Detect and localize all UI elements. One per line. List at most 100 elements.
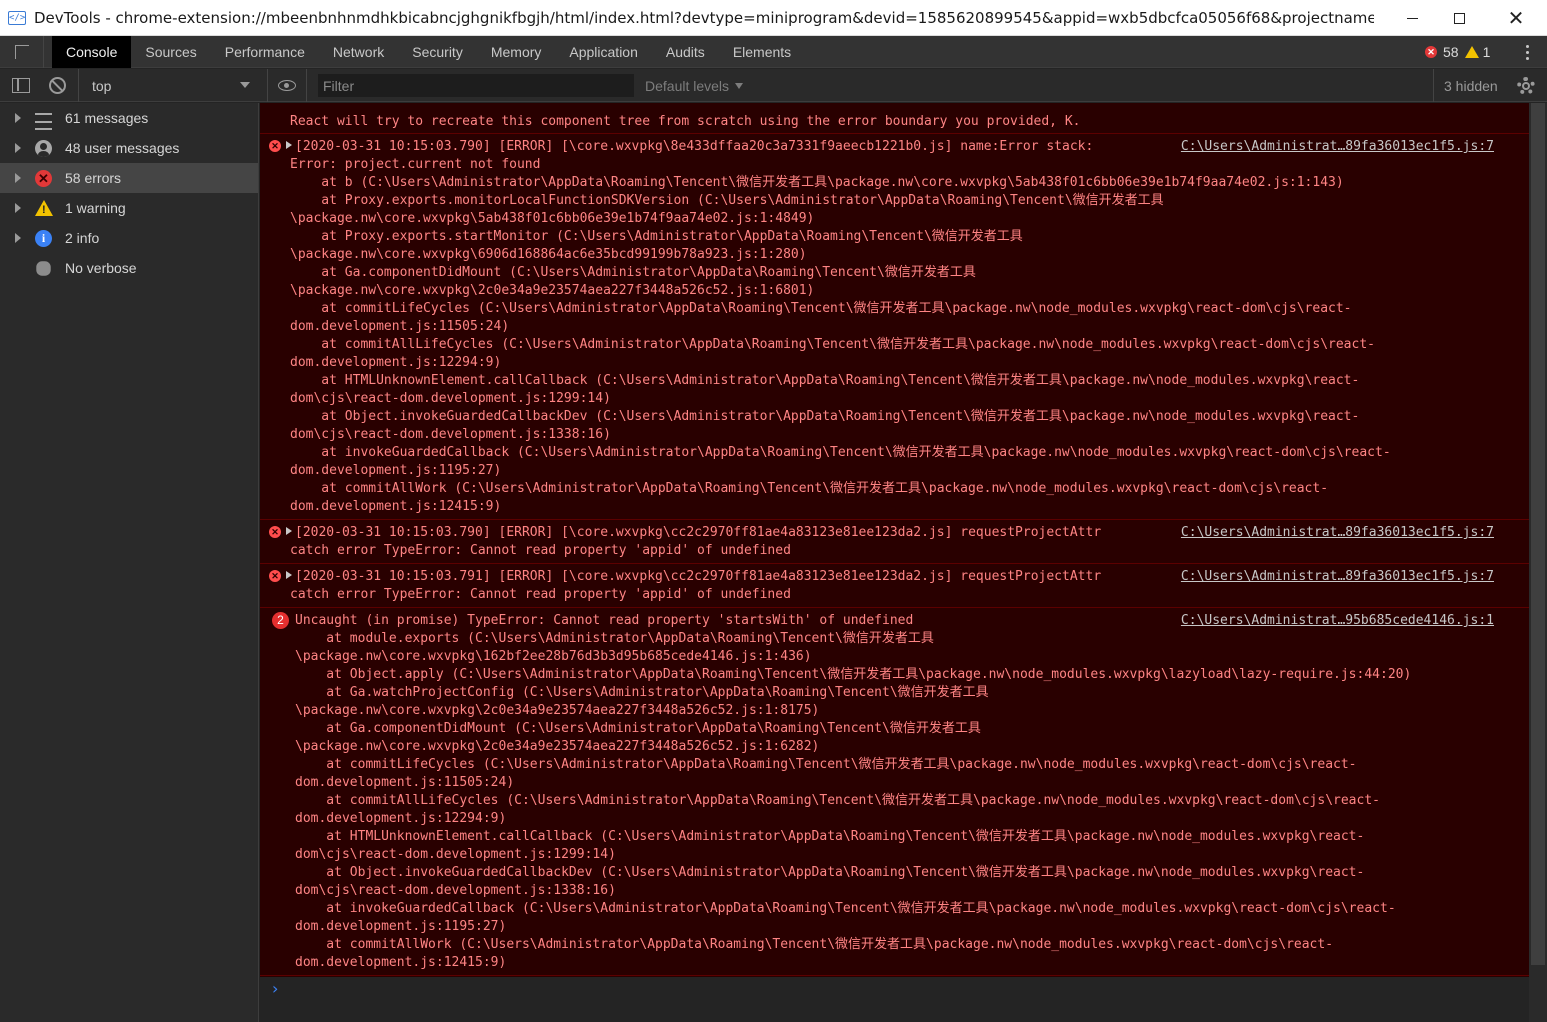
expand-arrow-icon[interactable] xyxy=(15,173,21,183)
devtools-app-icon: </> xyxy=(8,10,26,25)
stack-line: dom.development.js:12294:9) xyxy=(295,810,1509,828)
line-text: at Ga.watchProjectConfig (C:\Users\Admin… xyxy=(295,685,989,700)
line-text: dom\cjs\react-dom.development.js:1299:14… xyxy=(290,391,611,406)
sidebar-item-messages[interactable]: 61 messages xyxy=(0,103,258,133)
console-message[interactable]: React will try to recreate this componen… xyxy=(260,113,1529,134)
error-message[interactable]: ✕ C:\Users\Administrat…89fa36013ec1f5.js:… xyxy=(260,564,1529,608)
tab-security[interactable]: Security xyxy=(398,36,477,68)
tab-console[interactable]: Console xyxy=(52,35,132,68)
line-text: at commitLifeCycles (C:\Users\Administra… xyxy=(290,301,1352,316)
line-text: [2020-03-31 10:15:03.790] [ERROR] [\core… xyxy=(295,139,1094,154)
error-icon: ✕ xyxy=(269,526,281,538)
stack-line: at commitAllWork (C:\Users\Administrator… xyxy=(290,480,1509,498)
line-text: dom.development.js:11505:24) xyxy=(290,319,510,334)
line-text: Error: project.current not found xyxy=(290,157,541,172)
error-message[interactable]: ✕ C:\Users\Administrat…89fa36013ec1f5.js:… xyxy=(260,134,1529,520)
stack-line: dom.development.js:12415:9) xyxy=(290,498,1509,516)
gear-icon[interactable] xyxy=(1517,77,1535,95)
context-selector[interactable]: top xyxy=(78,69,258,102)
clear-console-icon[interactable] xyxy=(49,77,66,94)
issue-counters[interactable]: ✕ 58 1 xyxy=(1425,36,1490,68)
stack-line: \package.nw\core.wxvpkg\2c0e34a9e23574ae… xyxy=(295,738,1509,756)
log-levels-dropdown[interactable]: Default levels xyxy=(645,69,744,102)
line-text: at invokeGuardedCallback (C:\Users\Admin… xyxy=(295,901,1396,916)
line-text: \package.nw\core.wxvpkg\2c0e34a9e23574ae… xyxy=(295,739,820,754)
line-text: dom\cjs\react-dom.development.js:1338:16… xyxy=(295,883,616,898)
tab-application[interactable]: Application xyxy=(555,36,652,68)
line-text: at Object.invokeGuardedCallbackDev (C:\U… xyxy=(290,409,1360,424)
line-text: at Ga.componentDidMount (C:\Users\Admini… xyxy=(290,265,976,280)
stack-line: dom.development.js:1195:27) xyxy=(295,918,1509,936)
console-sidebar: 61 messages 48 user messages ✕ 58 errors… xyxy=(0,103,259,1022)
line-text: \package.nw\core.wxvpkg\5ab438f01c6bb06e… xyxy=(290,211,815,226)
error-icon: ✕ xyxy=(269,570,281,582)
warning-count: 1 xyxy=(1482,44,1491,60)
sidebar-item-info[interactable]: i 2 info xyxy=(0,223,258,253)
sidebar-item-errors[interactable]: ✕ 58 errors xyxy=(0,163,258,193)
console-prompt[interactable]: › xyxy=(260,977,1529,1022)
line-text: dom\cjs\react-dom.development.js:1299:14… xyxy=(295,847,616,862)
more-options-icon[interactable] xyxy=(1521,36,1533,68)
tab-elements[interactable]: Elements xyxy=(719,36,805,68)
line-text: at HTMLUnknownElement.callCallback (C:\U… xyxy=(295,829,1365,844)
toggle-sidebar-icon[interactable] xyxy=(12,78,30,93)
error-icon: ✕ xyxy=(35,170,52,187)
sidebar-item-verbose[interactable]: No verbose xyxy=(0,253,258,283)
source-link[interactable]: C:\Users\Administrat…89fa36013ec1f5.js:7 xyxy=(1181,568,1494,586)
line-text: Uncaught (in promise) TypeError: Cannot … xyxy=(295,613,914,628)
error-message[interactable]: ✕ C:\Users\Administrat…89fa36013ec1f5.js:… xyxy=(260,520,1529,564)
stack-line: at Object.invokeGuardedCallbackDev (C:\U… xyxy=(295,864,1509,882)
window-titlebar: </> DevTools - chrome-extension://mbeenb… xyxy=(0,0,1547,36)
uncaught-error-message[interactable]: 2 C:\Users\Administrat…95b685cede4146.js:… xyxy=(260,608,1529,976)
expand-arrow-icon[interactable] xyxy=(286,527,292,535)
expand-arrow-icon[interactable] xyxy=(286,571,292,579)
close-window-button[interactable]: ✕ xyxy=(1493,0,1539,36)
stack-line: at Ga.watchProjectConfig (C:\Users\Admin… xyxy=(295,684,1509,702)
stack-line: at commitAllWork (C:\Users\Administrator… xyxy=(295,936,1509,954)
expand-arrow-icon[interactable] xyxy=(15,233,21,243)
stack-line: at Ga.componentDidMount (C:\Users\Admini… xyxy=(295,720,1509,738)
minimize-button[interactable] xyxy=(1389,0,1435,36)
stack-line: dom\cjs\react-dom.development.js:1299:14… xyxy=(290,390,1509,408)
sidebar-item-label: 61 messages xyxy=(65,110,149,126)
tab-sources[interactable]: Sources xyxy=(131,36,210,68)
tab-memory[interactable]: Memory xyxy=(477,36,556,68)
live-expression-button[interactable] xyxy=(267,69,307,102)
stack-line: at module.exports (C:\Users\Administrato… xyxy=(295,630,1509,648)
stack-line: at HTMLUnknownElement.callCallback (C:\U… xyxy=(290,372,1509,390)
source-link[interactable]: C:\Users\Administrat…89fa36013ec1f5.js:7 xyxy=(1181,524,1494,542)
stack-line: \package.nw\core.wxvpkg\6906d168864ac6e3… xyxy=(290,246,1509,264)
expand-arrow-icon[interactable] xyxy=(15,143,21,153)
line-text: at commitAllWork (C:\Users\Administrator… xyxy=(295,937,1334,952)
line-text: at Object.invokeGuardedCallbackDev (C:\U… xyxy=(295,865,1365,880)
console-scrollbar[interactable] xyxy=(1529,103,1547,1022)
expand-arrow-icon[interactable] xyxy=(15,113,21,123)
line-text: at Proxy.exports.monitorLocalFunctionSDK… xyxy=(290,193,1164,208)
stack-line: at commitLifeCycles (C:\Users\Administra… xyxy=(295,756,1509,774)
stack-line: dom.development.js:12294:9) xyxy=(290,354,1509,372)
stack-line: \package.nw\core.wxvpkg\2c0e34a9e23574ae… xyxy=(290,282,1509,300)
stack-line: dom.development.js:11505:24) xyxy=(290,318,1509,336)
tab-audits[interactable]: Audits xyxy=(652,36,719,68)
close-icon: ✕ xyxy=(1507,6,1525,30)
sidebar-item-warnings[interactable]: ! 1 warning xyxy=(0,193,258,223)
tab-performance[interactable]: Performance xyxy=(211,36,319,68)
maximize-button[interactable] xyxy=(1436,0,1482,36)
stack-line: dom\cjs\react-dom.development.js:1338:16… xyxy=(290,426,1509,444)
line-text: at module.exports (C:\Users\Administrato… xyxy=(295,631,934,646)
warning-count-icon xyxy=(1464,46,1479,58)
inspect-element-button[interactable] xyxy=(0,35,44,68)
expand-arrow-icon[interactable] xyxy=(286,141,292,149)
error-count: 58 xyxy=(1443,44,1459,60)
source-link[interactable]: C:\Users\Administrat…95b685cede4146.js:1 xyxy=(1181,612,1494,630)
source-link[interactable]: C:\Users\Administrat…89fa36013ec1f5.js:7 xyxy=(1181,138,1494,156)
stack-line: dom\cjs\react-dom.development.js:1338:16… xyxy=(295,882,1509,900)
scrollbar-thumb[interactable] xyxy=(1531,103,1545,965)
message-list: React will try to recreate this componen… xyxy=(260,103,1529,976)
tab-network[interactable]: Network xyxy=(319,36,398,68)
stack-line: at Proxy.exports.monitorLocalFunctionSDK… xyxy=(290,192,1509,210)
filter-input[interactable] xyxy=(318,74,634,97)
sidebar-item-user-messages[interactable]: 48 user messages xyxy=(0,133,258,163)
console-messages: React will try to recreate this componen… xyxy=(260,103,1529,1022)
expand-arrow-icon[interactable] xyxy=(15,203,21,213)
